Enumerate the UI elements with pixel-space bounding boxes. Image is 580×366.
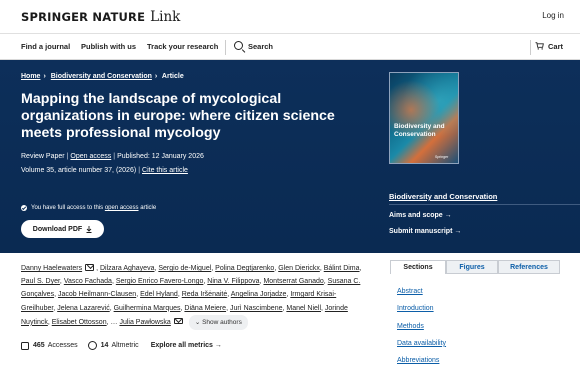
chevron-down-icon: ⌄ bbox=[194, 318, 203, 326]
open-access-note-link[interactable]: open access bbox=[105, 205, 139, 211]
cart-icon[interactable] bbox=[535, 42, 544, 50]
chevron-right-icon: › bbox=[154, 73, 158, 80]
author-link[interactable]: Bálint Dima bbox=[324, 265, 360, 272]
author-link[interactable]: Sergio de-Miguel bbox=[158, 265, 211, 272]
nav-divider bbox=[225, 40, 226, 55]
author-link[interactable]: Danny Haelewaters bbox=[21, 265, 82, 272]
aims-and-scope-link[interactable]: Aims and scope → bbox=[389, 212, 452, 219]
author-link[interactable]: Elisabet Ottosson bbox=[52, 319, 107, 326]
altmetric-count: 14 bbox=[100, 342, 109, 349]
journal-name-link[interactable]: Biodiversity and Conservation bbox=[389, 192, 497, 201]
altmetric-label: Altmetric bbox=[111, 342, 139, 349]
article-volume: Volume 35, article number 37, (2026) bbox=[21, 167, 137, 174]
mail-icon[interactable] bbox=[85, 264, 95, 271]
author-link[interactable]: Angelina Jorjadze bbox=[231, 291, 287, 298]
article-metrics: 465 Accesses 14 Altmetric Explore all me… bbox=[21, 341, 222, 350]
find-journal-link[interactable]: Find a journal bbox=[21, 42, 70, 51]
login-link[interactable]: Log in bbox=[542, 11, 564, 20]
author-link[interactable]: Jelena Lazarević bbox=[57, 305, 110, 312]
article-title: Mapping the landscape of mycological org… bbox=[21, 91, 335, 141]
author-link[interactable]: Guilhermina Marques bbox=[114, 305, 181, 312]
tab-sections[interactable]: Sections bbox=[390, 260, 446, 274]
download-pdf-button[interactable]: Download PDF bbox=[21, 220, 104, 238]
access-note: You have full access to this open access… bbox=[21, 205, 156, 211]
author-link[interactable]: Paul S. Dyer bbox=[21, 278, 60, 285]
accesses-label: Accesses bbox=[47, 342, 78, 349]
author-link[interactable]: Julia Pawłowska bbox=[119, 319, 170, 326]
toc-item-methods[interactable]: Methods bbox=[397, 318, 446, 335]
cite-this-article-link[interactable]: Cite this article bbox=[142, 167, 188, 174]
check-circle-icon bbox=[21, 205, 27, 211]
author-link[interactable]: Dilzara Aghayeva bbox=[100, 265, 154, 272]
author-link[interactable]: Sergio Enrico Favero-Longo bbox=[116, 278, 204, 285]
toc-item-abbreviations[interactable]: Abbreviations bbox=[397, 352, 446, 366]
cover-artwork bbox=[390, 73, 458, 163]
cart-link[interactable]: Cart bbox=[548, 42, 563, 51]
sidebar-tabs: Sections Figures References bbox=[390, 260, 560, 274]
track-research-link[interactable]: Track your research bbox=[147, 42, 218, 51]
logo-brand: SPRINGER NATURE bbox=[21, 10, 146, 24]
cover-title: Biodiversity and Conservation bbox=[394, 123, 445, 138]
altmetric-icon bbox=[87, 341, 97, 350]
article-meta: Review Paper | Open access | Published: 12 J… bbox=[21, 153, 204, 160]
table-of-contents: Abstract Introduction Methods Data avail… bbox=[397, 283, 446, 366]
toc-item-data-availability[interactable]: Data availability bbox=[397, 335, 446, 352]
tab-references[interactable]: References bbox=[498, 260, 560, 274]
author-link[interactable]: Vasco Fachada bbox=[64, 278, 112, 285]
author-link[interactable]: Jacob Heilmann-Clausen bbox=[58, 291, 136, 298]
author-link[interactable]: Nina V. Filippova bbox=[207, 278, 259, 285]
author-link[interactable]: Glen Dierickx bbox=[278, 265, 320, 272]
article-type: Review Paper bbox=[21, 153, 65, 160]
author-list: Danny Haelewaters, Dilzara Aghayeva, Ser… bbox=[21, 262, 366, 331]
accesses-icon bbox=[21, 341, 29, 350]
published-date: Published: 12 January 2026 bbox=[117, 153, 204, 160]
nav-divider bbox=[530, 40, 531, 55]
explore-metrics-link[interactable]: Explore all metrics → bbox=[151, 342, 222, 349]
logo-product: Link bbox=[150, 9, 181, 25]
author-link[interactable]: Jurì Nascimbene bbox=[230, 305, 283, 312]
download-pdf-label: Download PDF bbox=[32, 225, 83, 233]
author-ellipsis: … bbox=[110, 318, 118, 326]
breadcrumb: Home › Biodiversity and Conservation › Art… bbox=[21, 73, 187, 80]
author-link[interactable]: Manel Niell bbox=[286, 305, 321, 312]
submit-manuscript-link[interactable]: Submit manuscript → bbox=[389, 228, 461, 235]
breadcrumb-home[interactable]: Home bbox=[21, 73, 40, 80]
accesses-count: 465 bbox=[33, 342, 45, 349]
journal-cover[interactable]: Biodiversity and Conservation Springer bbox=[389, 72, 459, 164]
author-link[interactable]: Edel Hyland bbox=[140, 291, 178, 298]
open-access-link[interactable]: Open access bbox=[70, 153, 111, 160]
toc-item-abstract[interactable]: Abstract bbox=[397, 283, 446, 300]
mail-icon[interactable] bbox=[173, 317, 183, 325]
article-hero: Home › Biodiversity and Conservation › Art… bbox=[0, 60, 580, 253]
toc-item-introduction[interactable]: Introduction bbox=[397, 300, 446, 317]
author-link[interactable]: Polina Degtjarenko bbox=[215, 265, 274, 272]
author-link[interactable]: Montserrat Ganado bbox=[263, 278, 323, 285]
breadcrumb-journal[interactable]: Biodiversity and Conservation bbox=[51, 73, 152, 80]
article-volume-line: Volume 35, article number 37, (2026) | Cit… bbox=[21, 167, 188, 174]
search-button[interactable]: Search bbox=[248, 42, 273, 51]
top-bar: SPRINGER NATURE Link Log in bbox=[0, 0, 580, 33]
cover-publisher: Springer bbox=[435, 155, 449, 159]
author-link[interactable]: Reda Iršėnaitė bbox=[182, 291, 228, 298]
publish-with-us-link[interactable]: Publish with us bbox=[81, 42, 136, 51]
chevron-right-icon: › bbox=[43, 73, 46, 80]
tab-figures[interactable]: Figures bbox=[446, 260, 498, 274]
search-icon[interactable] bbox=[234, 41, 243, 50]
author-link[interactable]: Diāna Meiere bbox=[184, 305, 226, 312]
show-authors-button[interactable]: ⌄ Show authors bbox=[188, 314, 248, 331]
journal-divider bbox=[389, 204, 580, 205]
main-navigation: Find a journal Publish with us Track you… bbox=[0, 33, 580, 60]
download-icon bbox=[86, 225, 92, 233]
springer-nature-link-logo[interactable]: SPRINGER NATURE Link bbox=[21, 9, 181, 25]
breadcrumb-current: Article bbox=[161, 73, 184, 80]
